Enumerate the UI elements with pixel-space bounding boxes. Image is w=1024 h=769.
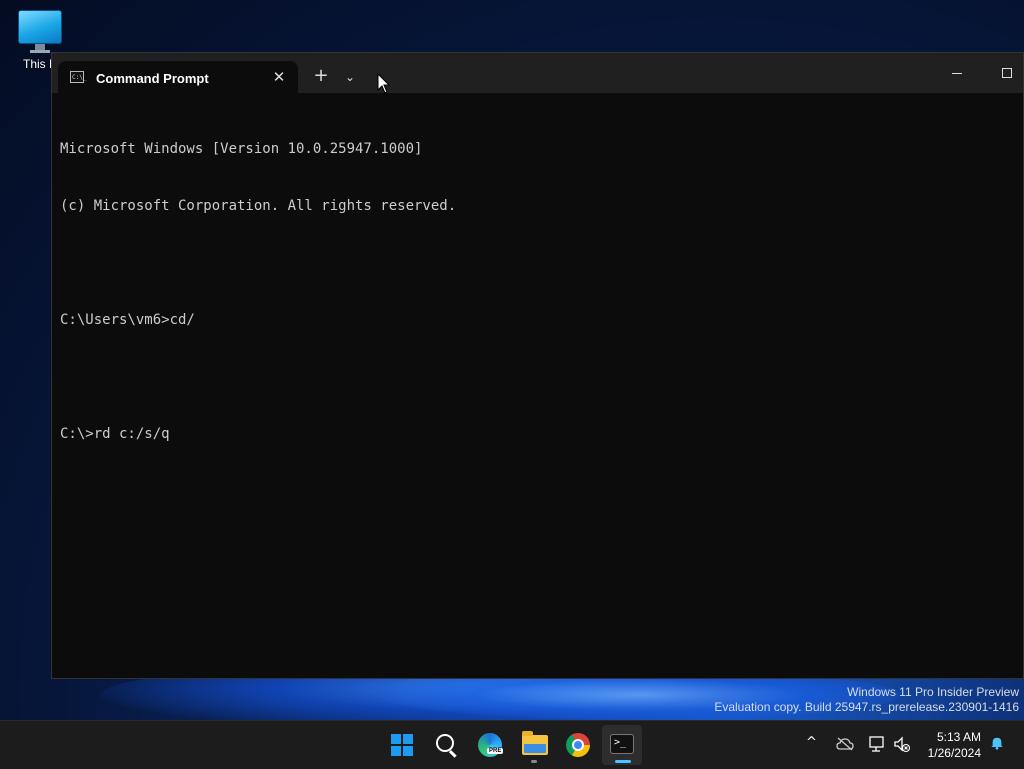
console-line: C:\>rd c:/s/q	[60, 426, 170, 442]
chevron-down-icon[interactable]: ⌄	[338, 65, 362, 89]
tab-title: Command Prompt	[96, 71, 209, 86]
chrome-button[interactable]	[558, 725, 598, 765]
running-indicator	[531, 760, 537, 763]
console-output[interactable]: Microsoft Windows [Version 10.0.25947.10…	[60, 102, 1015, 670]
file-explorer-button[interactable]	[514, 725, 554, 765]
network-icon[interactable]	[868, 735, 886, 753]
clock[interactable]: 5:13 AM 1/26/2024	[928, 729, 981, 761]
notification-bell-icon[interactable]	[990, 736, 1004, 750]
taskbar: PRE >_ ^ 5:13 AM 1/26/2024	[0, 720, 1024, 769]
minimize-button[interactable]	[937, 59, 977, 87]
folder-icon	[522, 731, 548, 755]
mouse-pointer-icon	[377, 73, 391, 94]
terminal-window: C:\_ Command Prompt ✕ + ⌄ Microsoft Wind…	[51, 52, 1024, 679]
edge-button[interactable]: PRE	[470, 725, 510, 765]
monitor-icon	[10, 10, 70, 53]
close-tab-icon[interactable]: ✕	[268, 66, 290, 88]
terminal-icon: >_	[610, 734, 634, 754]
console-line: C:\Users\vm6>cd/	[60, 312, 195, 328]
edge-preview-badge: PRE	[487, 748, 504, 754]
windows-logo-icon	[391, 734, 413, 756]
search-icon	[436, 734, 454, 752]
clock-date: 1/26/2024	[927, 746, 981, 760]
volume-muted-icon[interactable]	[893, 735, 911, 753]
maximize-button[interactable]	[993, 59, 1023, 87]
search-button[interactable]	[426, 725, 466, 765]
title-bar[interactable]: C:\_ Command Prompt ✕ + ⌄	[52, 53, 1023, 93]
console-line: (c) Microsoft Corporation. All rights re…	[60, 198, 457, 214]
show-hidden-icons-icon[interactable]: ^	[806, 735, 817, 750]
console-line: Microsoft Windows [Version 10.0.25947.10…	[60, 141, 423, 157]
new-tab-button[interactable]: +	[308, 65, 334, 89]
tab-command-prompt[interactable]: C:\_ Command Prompt ✕	[58, 61, 298, 93]
watermark-build: Evaluation copy. Build 25947.rs_prerelea…	[714, 700, 1019, 714]
evaluation-watermark: Windows 11 Pro Insider Preview Evaluatio…	[714, 685, 1019, 715]
onedrive-offline-icon[interactable]	[836, 737, 854, 751]
clock-time: 5:13 AM	[936, 730, 981, 744]
terminal-button[interactable]: >_	[602, 725, 642, 765]
watermark-edition: Windows 11 Pro Insider Preview	[847, 685, 1019, 699]
active-indicator	[615, 760, 631, 763]
start-button[interactable]	[382, 725, 422, 765]
chrome-icon	[566, 733, 590, 757]
command-prompt-icon: C:\_	[70, 71, 86, 83]
